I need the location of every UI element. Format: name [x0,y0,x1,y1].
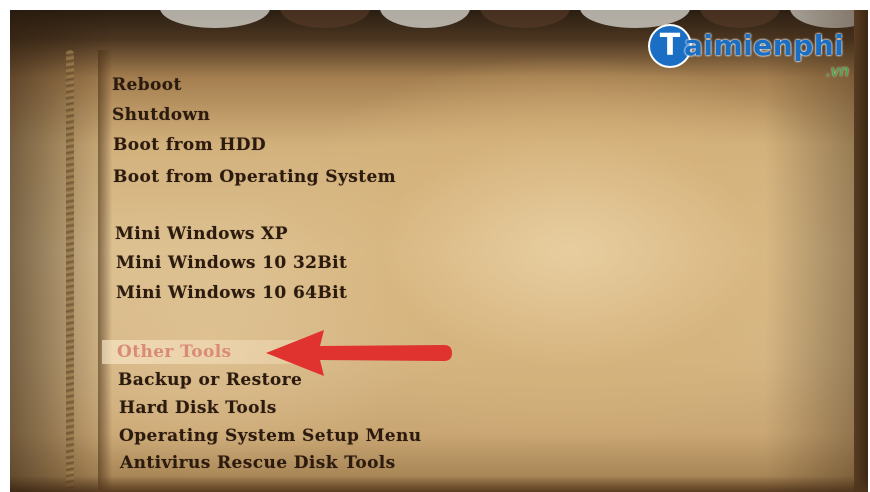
decorative-bump [160,10,270,28]
menu-item-mini-windows-xp[interactable]: Mini Windows XP [115,224,288,244]
red-arrow-icon [266,330,452,376]
menu-item-shutdown[interactable]: Shutdown [112,105,210,125]
decorative-bump [280,10,370,28]
menu-item-mini-windows-10-32bit[interactable]: Mini Windows 10 32Bit [116,253,347,273]
decorative-bump [380,10,470,28]
menu-item-boot-from-os[interactable]: Boot from Operating System [113,167,396,187]
photo-frame: Reboot Shutdown Boot from HDD Boot from … [0,0,870,492]
logo-suffix: .vn [826,62,850,80]
menu-item-hard-disk-tools[interactable]: Hard Disk Tools [119,398,277,418]
screen-bezel [10,476,868,492]
brand-logo: T aimienphi .vn [650,26,860,96]
logo-name: aimienphi [684,29,845,62]
decorative-rope [66,50,74,490]
menu-item-reboot[interactable]: Reboot [112,75,182,95]
menu-item-antivirus-rescue[interactable]: Antivirus Rescue Disk Tools [120,453,396,473]
menu-item-boot-from-hdd[interactable]: Boot from HDD [113,135,266,155]
menu-item-os-setup-menu[interactable]: Operating System Setup Menu [119,426,422,446]
panel-edge [98,50,112,490]
menu-item-other-tools[interactable]: Other Tools [117,342,232,362]
menu-item-mini-windows-10-64bit[interactable]: Mini Windows 10 64Bit [116,283,347,303]
decorative-bump [480,10,570,28]
